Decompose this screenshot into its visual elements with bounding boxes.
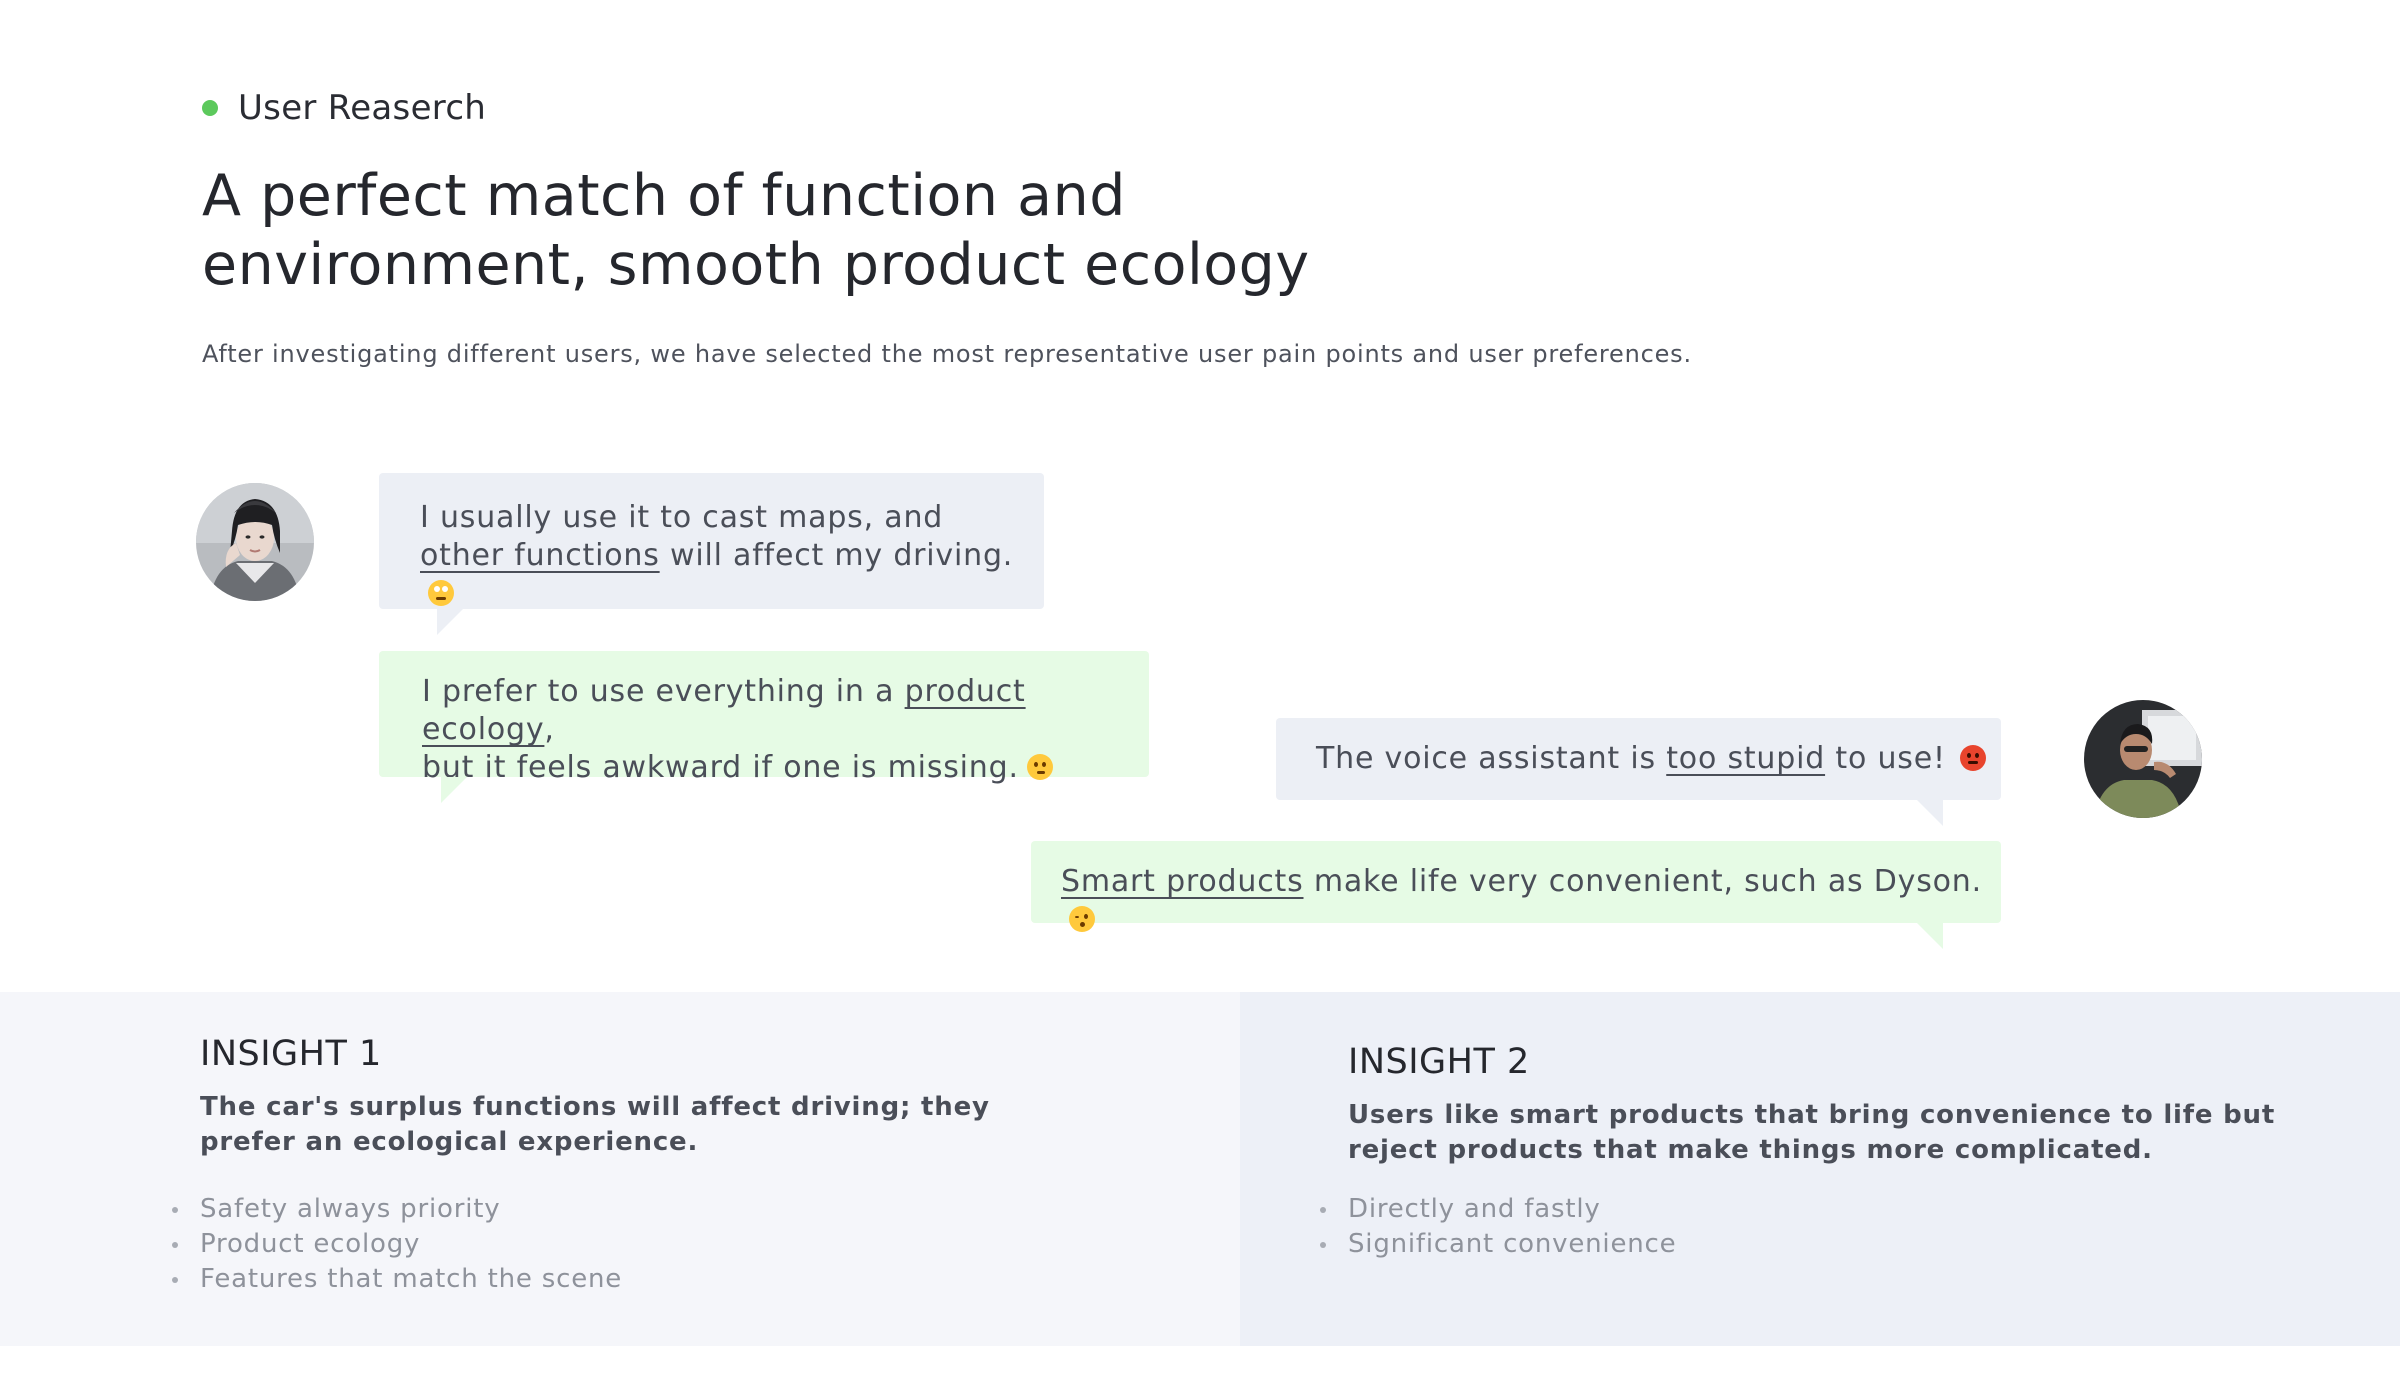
thinking-emoji-icon [1026,754,1053,780]
insight-description: The car's surplus functions will affect … [200,1092,990,1157]
insight-card-1: INSIGHT 1 The car's surplus functions wi… [0,992,1240,1346]
insight-point: Directly and fastly [1320,1192,1676,1227]
quote-bubble: I usually use it to cast maps, and other… [379,473,1044,635]
user-avatar-female [196,483,314,601]
user-avatar-male [2084,700,2202,818]
quote-text: but it feels awkward if one is missing. [422,750,1019,785]
insight-card-2: INSIGHT 2 Users like smart products that… [1240,992,2400,1346]
insight-description: Users like smart products that bring con… [1348,1100,2276,1165]
insight-point: Product ecology [172,1227,622,1262]
quote-highlight: Smart products [1061,864,1304,899]
insight-points: Safety always priority Product ecology F… [172,1192,622,1297]
quote-text: I usually use it to cast maps, and [420,500,944,535]
quote-text: The voice assistant is [1316,741,1667,776]
green-dot-icon [202,100,218,116]
quote-text: to use! [1825,741,1946,776]
quote-bubble: The voice assistant is too stupid to use… [1276,718,2001,826]
rolling-eyes-emoji-icon [428,580,454,606]
quote-text: , [544,712,555,747]
quote-highlight: other functions [420,538,660,573]
kissing-wink-emoji-icon [1069,906,1095,932]
quote-bubble: Smart products make life very convenient… [1031,841,2001,949]
insight-point: Significant convenience [1320,1227,1676,1262]
quote-text: make life very convenient, such as Dyson… [1303,864,1982,899]
angry-emoji-icon [1959,745,1986,771]
insight-point: Features that match the scene [172,1262,622,1297]
quote-text: will affect my driving. [659,538,1014,573]
title-line-2: environment, smooth product ecology [202,232,1310,298]
insight-point: Safety always priority [172,1192,622,1227]
page-subtitle: After investigating different users, we … [202,340,1692,368]
title-line-1: A perfect match of function and [202,163,1126,229]
section-tag: User Reaserch [202,88,486,128]
page-title: A perfect match of function and environm… [202,162,1442,300]
insight-title: INSIGHT 2 [1348,1042,1530,1082]
insight-points: Directly and fastly Significant convenie… [1320,1192,1676,1262]
quote-bubble: I prefer to use everything in a product … [379,651,1149,803]
insight-title: INSIGHT 1 [200,1034,382,1074]
quote-text: I prefer to use everything in a [422,674,905,709]
quote-highlight: too stupid [1666,741,1826,776]
section-label: User Reaserch [238,88,487,128]
